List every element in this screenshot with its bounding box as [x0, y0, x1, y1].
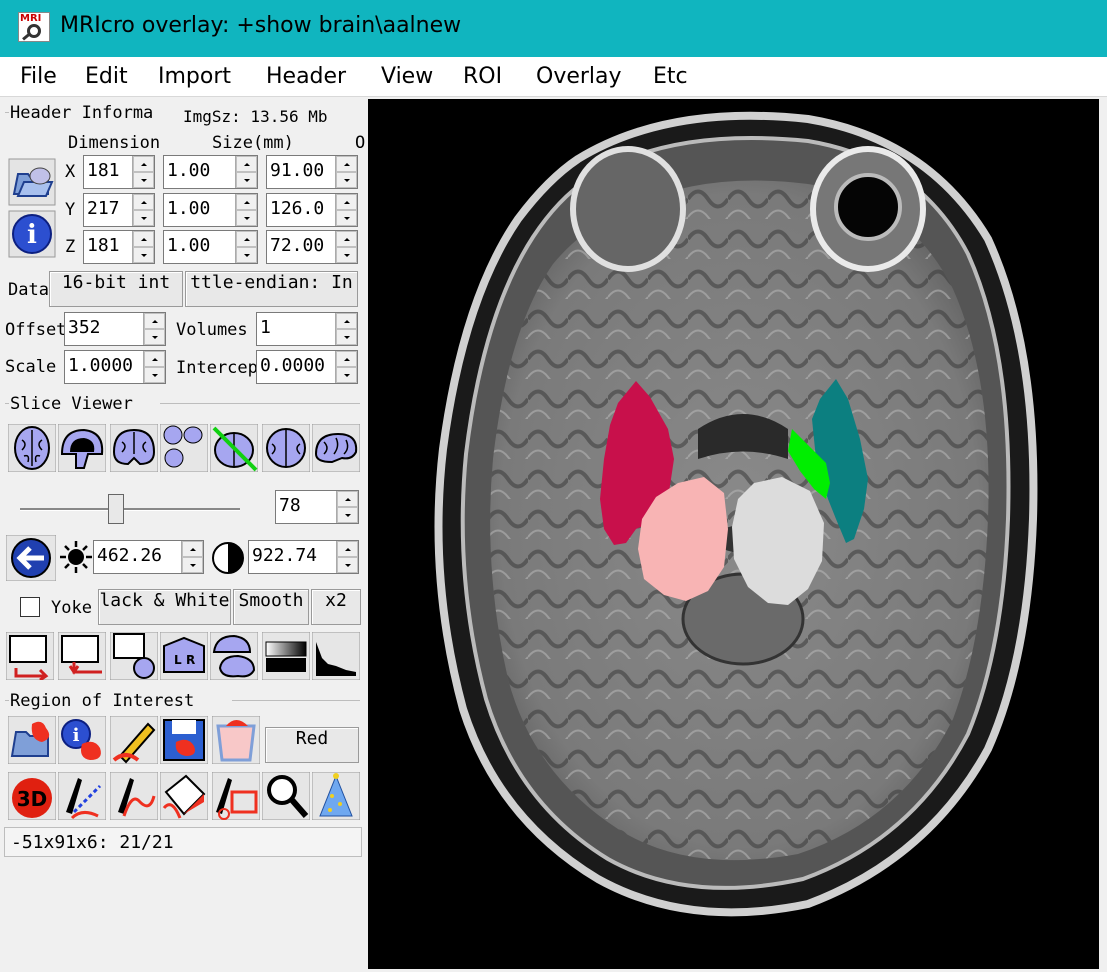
- menu-file[interactable]: File: [20, 64, 57, 89]
- offset-label: Offset: [5, 320, 65, 340]
- svg-text:i: i: [73, 725, 80, 746]
- smooth-button[interactable]: Smooth: [233, 589, 309, 625]
- endian-button[interactable]: ttle-endian: In: [185, 271, 358, 307]
- menu-import[interactable]: Import: [158, 64, 231, 89]
- axis-x-label: X: [65, 162, 76, 182]
- mosaic-icon[interactable]: [261, 423, 311, 473]
- fill-bucket-icon[interactable]: [159, 771, 209, 821]
- axis-y-label: Y: [65, 200, 76, 220]
- slice-slider-track[interactable]: [20, 508, 240, 511]
- render-3d-icon[interactable]: 3D: [7, 771, 57, 821]
- cursor-status-text: -51x91x6: 21/21: [11, 832, 174, 853]
- offset-spinner[interactable]: 352: [64, 312, 166, 346]
- header-info-group-label: Header Informa: [10, 103, 154, 123]
- svg-text:R: R: [186, 653, 195, 667]
- menu-edit[interactable]: Edit: [85, 64, 128, 89]
- party-hat-icon[interactable]: [311, 771, 361, 821]
- window-title: MRIcro overlay: +show brain\aalnew: [60, 13, 462, 38]
- volumes-label: Volumes: [176, 320, 248, 340]
- coronal-brain-icon[interactable]: [109, 423, 159, 473]
- intercept-spinner[interactable]: 0.0000: [256, 350, 358, 384]
- image-viewer[interactable]: [366, 97, 1107, 972]
- volumes-spinner[interactable]: 1: [256, 312, 358, 346]
- scale-spinner[interactable]: 1.0000: [64, 350, 166, 384]
- slice-viewer-group-label: Slice Viewer: [10, 394, 133, 414]
- brightness-sun-icon: [58, 537, 94, 577]
- roi-info-icon[interactable]: i: [57, 715, 107, 765]
- scale-label: Scale: [5, 357, 57, 377]
- sagittal-brain-icon[interactable]: [57, 423, 107, 473]
- z-dimension-spinner[interactable]: 181: [83, 230, 155, 264]
- histogram-icon[interactable]: [311, 631, 361, 681]
- x-origin-spinner[interactable]: 91.00: [266, 155, 358, 189]
- svg-text:3D: 3D: [17, 787, 48, 811]
- oblique-slice-icon[interactable]: [209, 423, 259, 473]
- menu-view[interactable]: View: [381, 64, 433, 89]
- roi-group-label: Region of Interest: [10, 691, 195, 711]
- roi-color-button[interactable]: Red: [265, 727, 359, 763]
- intercept-label: Intercept: [176, 358, 256, 378]
- info-icon[interactable]: i: [8, 210, 56, 258]
- reset-contrast-icon[interactable]: [5, 534, 57, 582]
- menu-etc[interactable]: Etc: [653, 64, 688, 89]
- axial-brain-icon[interactable]: [7, 423, 57, 473]
- menu-header[interactable]: Header: [266, 64, 346, 89]
- gradient-icon[interactable]: [261, 631, 311, 681]
- title-bar: MRI MRIcro overlay: +show brain\aalnew: [0, 0, 1107, 57]
- axis-z-label: Z: [65, 237, 76, 257]
- render-brain-icon[interactable]: [311, 423, 361, 473]
- y-origin-spinner[interactable]: 126.0: [266, 193, 358, 227]
- slice-slider-thumb[interactable]: [108, 494, 124, 524]
- erase-rect-icon[interactable]: [211, 771, 261, 821]
- lr-flip-icon[interactable]: L R: [159, 631, 209, 681]
- magnify-icon[interactable]: [261, 771, 311, 821]
- brightness-spinner[interactable]: 462.26: [93, 540, 204, 574]
- roi-mask-icon[interactable]: [211, 715, 261, 765]
- colormap-button[interactable]: lack & White: [98, 589, 231, 625]
- datatype-button[interactable]: 16-bit int: [49, 271, 183, 307]
- x-dimension-spinner[interactable]: 181: [83, 155, 155, 189]
- slice-number-spinner[interactable]: 78: [275, 490, 359, 524]
- z-origin-spinner[interactable]: 72.00: [266, 230, 358, 264]
- svg-text:L: L: [174, 653, 182, 667]
- origin-column-label: O: [355, 133, 366, 153]
- z-size-spinner[interactable]: 1.00: [163, 230, 258, 264]
- menu-overlay[interactable]: Overlay: [536, 64, 622, 89]
- pencil-icon[interactable]: [109, 715, 159, 765]
- x-size-spinner[interactable]: 1.00: [163, 155, 258, 189]
- contrast-icon: [210, 540, 246, 576]
- roi-dot-icon[interactable]: [109, 631, 159, 681]
- menu-roi[interactable]: ROI: [463, 64, 502, 89]
- open-roi-icon[interactable]: [7, 715, 57, 765]
- multi-slice-icon[interactable]: [159, 423, 209, 473]
- yoke-checkbox[interactable]: [20, 597, 40, 617]
- zoom-x2-button[interactable]: x2: [311, 589, 361, 625]
- status-bar: -51x91x6: 21/21: [4, 827, 362, 857]
- y-size-spinner[interactable]: 1.00: [163, 193, 258, 227]
- flip-icon[interactable]: [57, 631, 107, 681]
- app-icon: MRI: [18, 12, 50, 42]
- image-size-label: ImgSz: 13.56 Mb: [183, 107, 328, 126]
- svg-text:i: i: [27, 220, 37, 250]
- datatype-label: Data: [8, 280, 49, 300]
- dotted-pen-icon[interactable]: [57, 771, 107, 821]
- contrast-spinner[interactable]: 922.74: [248, 540, 359, 574]
- size-column-label: Size(mm): [212, 133, 294, 153]
- yoke-label: Yoke: [51, 598, 92, 618]
- save-roi-icon[interactable]: [159, 715, 209, 765]
- mri-axial-slice[interactable]: [368, 99, 1099, 969]
- overlay-icon[interactable]: [5, 631, 55, 682]
- menu-bar: File Edit Import Header View ROI Overlay…: [0, 57, 1107, 97]
- freehand-pen-icon[interactable]: [109, 771, 159, 821]
- dimension-column-label: Dimension: [68, 133, 161, 153]
- y-dimension-spinner[interactable]: 217: [83, 193, 155, 227]
- brain-overlay-icon[interactable]: [209, 631, 259, 681]
- open-folder-icon[interactable]: [8, 158, 56, 206]
